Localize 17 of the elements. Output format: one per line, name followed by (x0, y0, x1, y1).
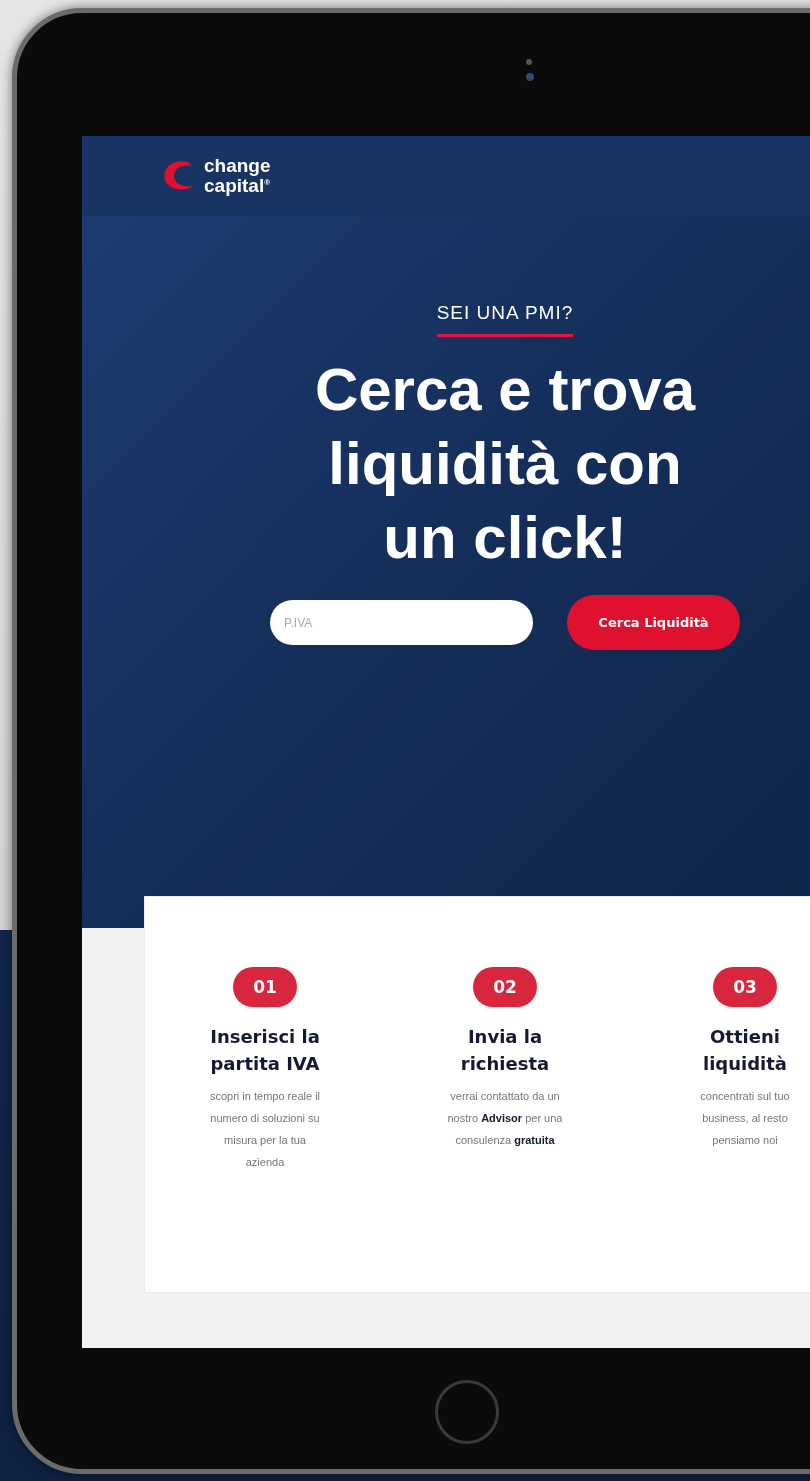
step-number: 03 (713, 967, 777, 1007)
step-description: concentrati sul tuo business, al resto pensiamo noi (699, 1089, 791, 1148)
step-title: Inserisci la partita IVA (210, 1025, 320, 1076)
step-number: 01 (233, 967, 297, 1007)
sensor-icon (525, 58, 533, 66)
hero-title: Cerca e trova liquidità con un click! (314, 355, 696, 573)
step-title: Ottieni liquidità (703, 1025, 787, 1076)
step-description: verrai contattato da un nostro Advisor per una consulenza gratuita (446, 1089, 564, 1148)
search-button[interactable]: Cerca Liquidità (567, 595, 740, 650)
step-number: 02 (473, 967, 537, 1007)
eyebrow-text: SEI UNA PMI? (436, 302, 574, 337)
camera-icon (525, 72, 535, 82)
logo-text[interactable]: change capital$^{®}$ (204, 157, 271, 195)
step-description: scopri in tempo reale il numero di soluzioni su misura per la tua azienda (208, 1089, 322, 1170)
home-button[interactable] (435, 1380, 499, 1444)
step-title: Invia la richiesta (460, 1025, 550, 1076)
vat-input-field[interactable]: P.IVA (270, 600, 533, 645)
